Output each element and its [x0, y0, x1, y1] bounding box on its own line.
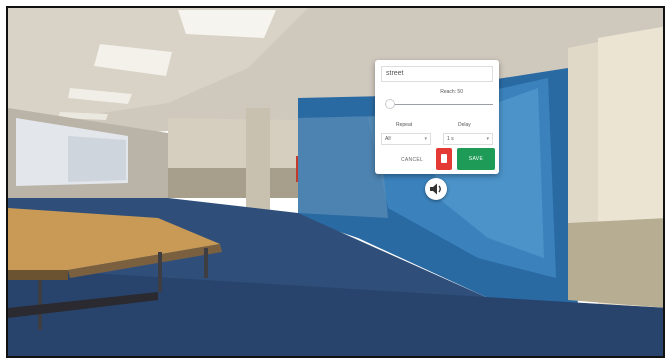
save-button[interactable]: SAVE: [457, 148, 495, 170]
panorama-viewer[interactable]: street Reach: 50 Repeat Delay All ▾ 1 s …: [6, 6, 665, 358]
speaker-icon: [430, 183, 441, 195]
repeat-select[interactable]: All ▾: [381, 133, 431, 145]
delay-label: Delay: [458, 122, 471, 128]
delete-button[interactable]: [436, 148, 452, 170]
chevron-down-icon: ▾: [424, 136, 427, 142]
reach-label: Reach: 50: [440, 89, 463, 95]
delay-select[interactable]: 1 s ▾: [443, 133, 493, 145]
repeat-label: Repeat: [396, 122, 413, 128]
hotspot-name-input[interactable]: street: [381, 66, 493, 82]
delay-select-value: 1 s: [447, 136, 454, 142]
trash-icon: [441, 154, 447, 163]
repeat-select-value: All: [385, 136, 391, 142]
sound-hotspot-editor: street Reach: 50 Repeat Delay All ▾ 1 s …: [375, 60, 499, 174]
office-panorama-image[interactable]: [8, 8, 665, 358]
chevron-down-icon: ▾: [486, 136, 489, 142]
sound-hotspot-marker[interactable]: [425, 178, 447, 200]
reach-slider-handle[interactable]: [385, 99, 396, 109]
cancel-button[interactable]: CANCEL: [401, 157, 423, 163]
reach-slider-track[interactable]: [385, 104, 493, 105]
